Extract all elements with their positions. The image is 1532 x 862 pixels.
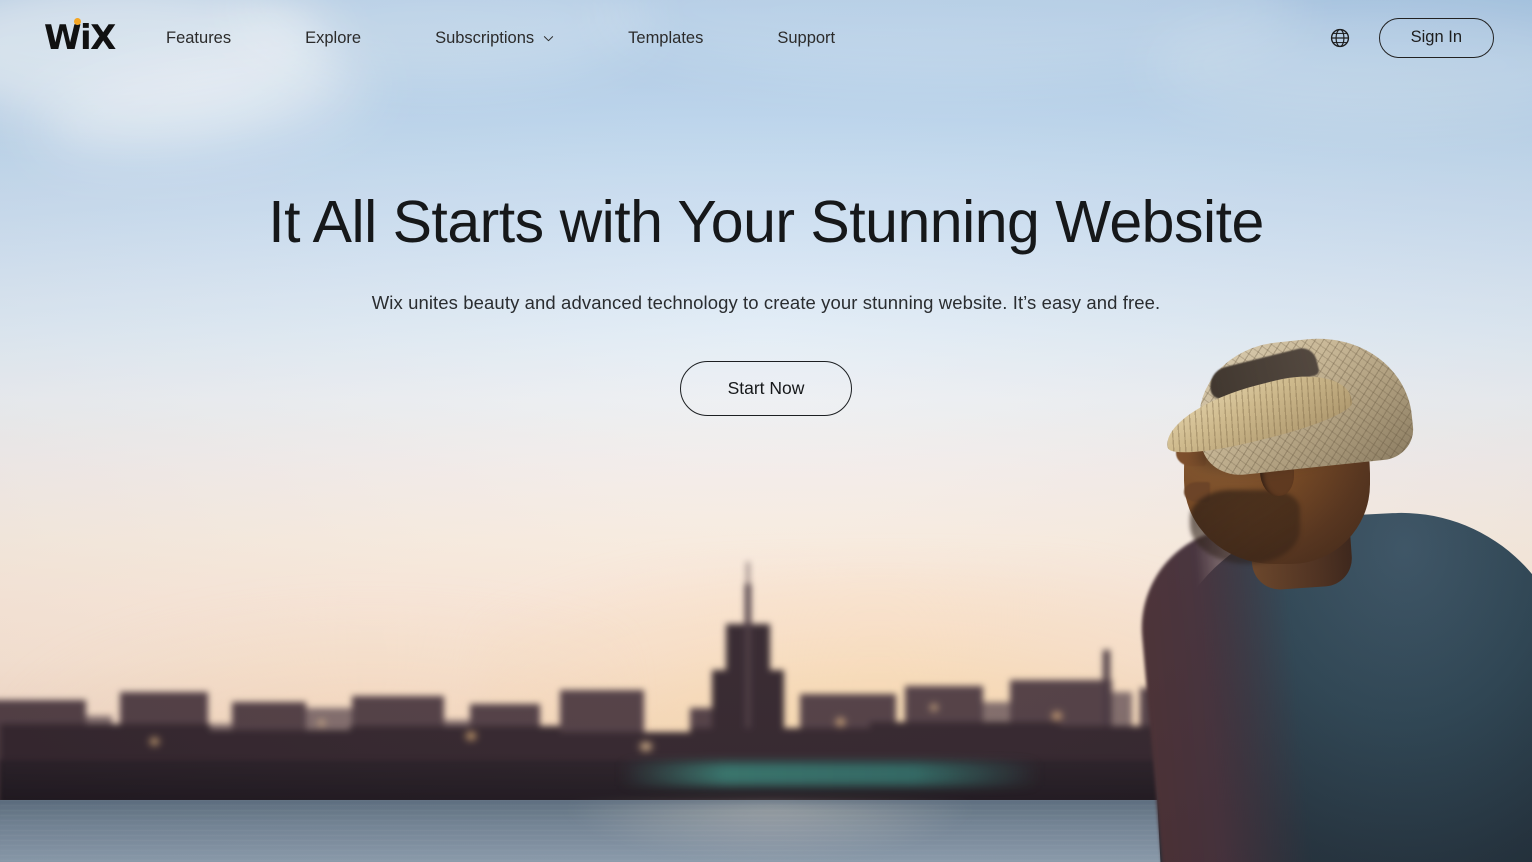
nav-label: Features (166, 28, 232, 47)
nav-item-subscriptions[interactable]: Subscriptions (435, 29, 554, 48)
page-stage: WiX Features Explore Subscriptions Templ… (0, 0, 1532, 862)
man-subject (1132, 329, 1532, 862)
sign-in-button[interactable]: Sign In (1378, 18, 1494, 58)
hero-subtitle: Wix unites beauty and advanced technolog… (371, 291, 1161, 313)
nav-label: Explore (305, 28, 362, 47)
water-glint (560, 802, 980, 862)
nav-label: Templates (628, 28, 704, 47)
nav-label: Support (777, 28, 836, 47)
pier-strip (620, 762, 1040, 786)
nav-item-features[interactable]: Features (166, 29, 231, 48)
logo-dot-icon (74, 18, 81, 25)
start-now-button[interactable]: Start Now (679, 360, 853, 416)
nav-right-group: Sign In (1329, 0, 1494, 76)
primary-nav: Features Explore Subscriptions Templates… (166, 0, 909, 76)
globe-icon[interactable] (1329, 27, 1351, 49)
chevron-down-icon (543, 33, 554, 44)
nav-item-support[interactable]: Support (777, 29, 835, 48)
hero-background-photo (0, 0, 1532, 862)
page-title: It All Starts with Your Stunning Website (268, 189, 1264, 255)
wix-logo[interactable]: WiX (44, 18, 116, 55)
nav-item-templates[interactable]: Templates (628, 29, 703, 48)
nav-item-explore[interactable]: Explore (305, 29, 361, 48)
nav-label: Subscriptions (435, 28, 535, 47)
top-navigation-bar: WiX Features Explore Subscriptions Templ… (0, 0, 1532, 76)
